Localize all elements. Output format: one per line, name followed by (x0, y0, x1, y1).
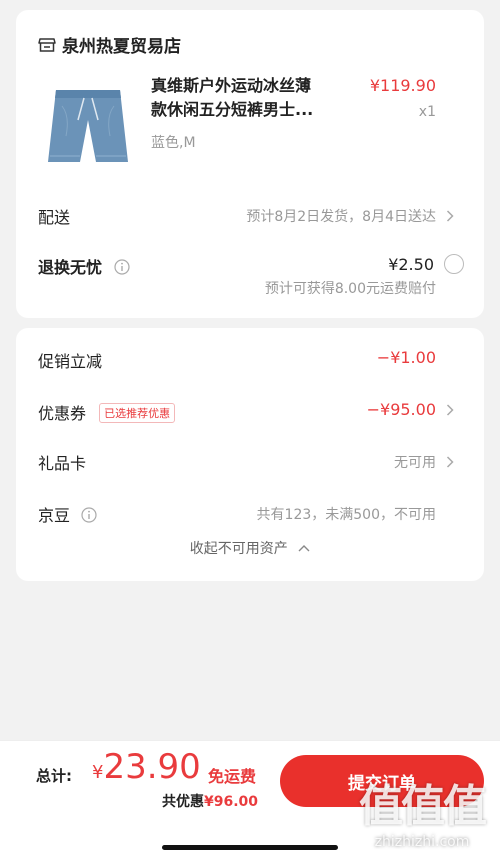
collapse-text: 收起不可用资产 (189, 541, 288, 557)
chevron-right-icon (446, 456, 454, 468)
watermark-glyph: 值值值 (359, 781, 487, 832)
total-discount: 共优惠¥96.00 (162, 791, 258, 811)
product-title[interactable]: 真维斯户外运动冰丝薄 款休闲五分短裤男士... (151, 74, 356, 122)
return-service-option[interactable]: ¥2.50 (388, 254, 464, 274)
watermark-text: zhizhizhi.com (374, 834, 470, 850)
jingdou-value: 共有123，未满500，不可用 (256, 507, 436, 523)
coupon-tag: 已选推荐优惠 (99, 403, 176, 423)
coupon-label: 优惠券 已选推荐优惠 (38, 400, 176, 424)
total-amount: ¥23.90 (92, 747, 201, 787)
discount-card: 促销立减 −¥1.00 优惠券 已选推荐优惠 −¥95.00 礼品卡 无可用 京… (16, 328, 484, 581)
return-service-text: 退换无忧 (38, 258, 103, 277)
product-quantity: x1 (418, 104, 436, 120)
coupon-row[interactable]: −¥95.00 (367, 400, 454, 419)
jingdou-text: 京豆 (38, 506, 71, 525)
giftcard-row[interactable]: 无可用 (394, 452, 454, 472)
store-icon (38, 37, 56, 52)
promo-row: −¥1.00 (377, 348, 436, 367)
product-title-line2: 款休闲五分短裤男士... (151, 100, 314, 119)
jingdou-label: 京豆 (38, 502, 97, 526)
return-service-note-text: 预计可获得8.00元运费赔付 (264, 281, 436, 297)
discount-value: ¥96.00 (204, 794, 259, 810)
return-service-radio[interactable] (444, 254, 464, 274)
info-icon[interactable] (81, 507, 97, 523)
return-service-note: 预计可获得8.00元运费赔付 (265, 278, 436, 298)
promo-label: 促销立减 (38, 352, 103, 371)
delivery-label: 配送 (38, 208, 71, 227)
watermark-logo: 值值值 zhizhizhi.com (352, 770, 492, 858)
jingdou-row: 共有123，未满500，不可用 (257, 504, 436, 524)
giftcard-value: 无可用 (394, 455, 436, 471)
discount-label: 共优惠 (162, 794, 204, 810)
total-label: 总计: (36, 767, 72, 785)
denim-shorts-image[interactable] (42, 76, 134, 176)
product-price: ¥119.90 (369, 76, 436, 95)
collapse-unavailable-button[interactable]: 收起不可用资产 (16, 538, 484, 558)
total-currency: ¥ (92, 762, 104, 783)
delivery-estimate: 预计8月2日发货，8月4日送达 (246, 209, 436, 225)
coupon-text: 优惠券 (38, 404, 87, 423)
return-service-label: 退换无忧 (38, 254, 130, 278)
chevron-right-icon (446, 210, 454, 222)
home-indicator (162, 845, 338, 850)
return-service-price: ¥2.50 (388, 254, 434, 274)
store-header[interactable]: 泉州热夏贸易店 (38, 32, 181, 57)
product-title-line1: 真维斯户外运动冰丝薄 (151, 76, 312, 95)
total-value: 23.90 (103, 747, 201, 787)
chevron-up-icon (298, 545, 310, 552)
giftcard-label: 礼品卡 (38, 454, 87, 473)
product-spec: 蓝色,M (151, 135, 196, 151)
delivery-row[interactable]: 预计8月2日发货，8月4日送达 (246, 206, 454, 226)
store-name: 泉州热夏贸易店 (62, 37, 181, 57)
promo-value: −¥1.00 (376, 348, 436, 367)
info-icon[interactable] (113, 259, 130, 275)
free-shipping-label: 免运费 (208, 767, 257, 786)
coupon-value: −¥95.00 (366, 400, 436, 419)
order-card: 泉州热夏贸易店 真维斯户外运动冰丝薄 款休闲五分短裤男士... ¥119.90 … (16, 10, 484, 318)
chevron-right-icon (446, 403, 454, 416)
